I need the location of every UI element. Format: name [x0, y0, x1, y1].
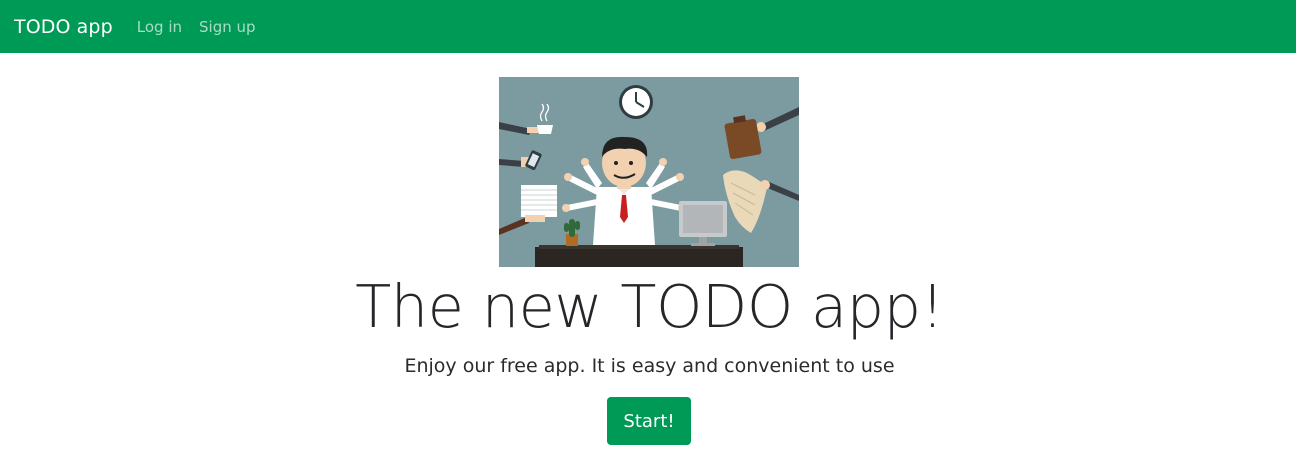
clock-icon — [619, 85, 653, 119]
navbar: TODO app Log in Sign up — [0, 0, 1299, 53]
desk — [535, 247, 743, 267]
nav-link-log-in[interactable]: Log in — [137, 18, 182, 36]
start-button[interactable]: Start! — [607, 397, 691, 445]
brand-link[interactable]: TODO app — [14, 16, 113, 38]
hero-subtitle: Enjoy our free app. It is easy and conve… — [404, 355, 895, 377]
hero-illustration — [499, 77, 799, 267]
nav-link-sign-up[interactable]: Sign up — [199, 18, 256, 36]
hero-title: The new TODO app! — [355, 272, 944, 341]
